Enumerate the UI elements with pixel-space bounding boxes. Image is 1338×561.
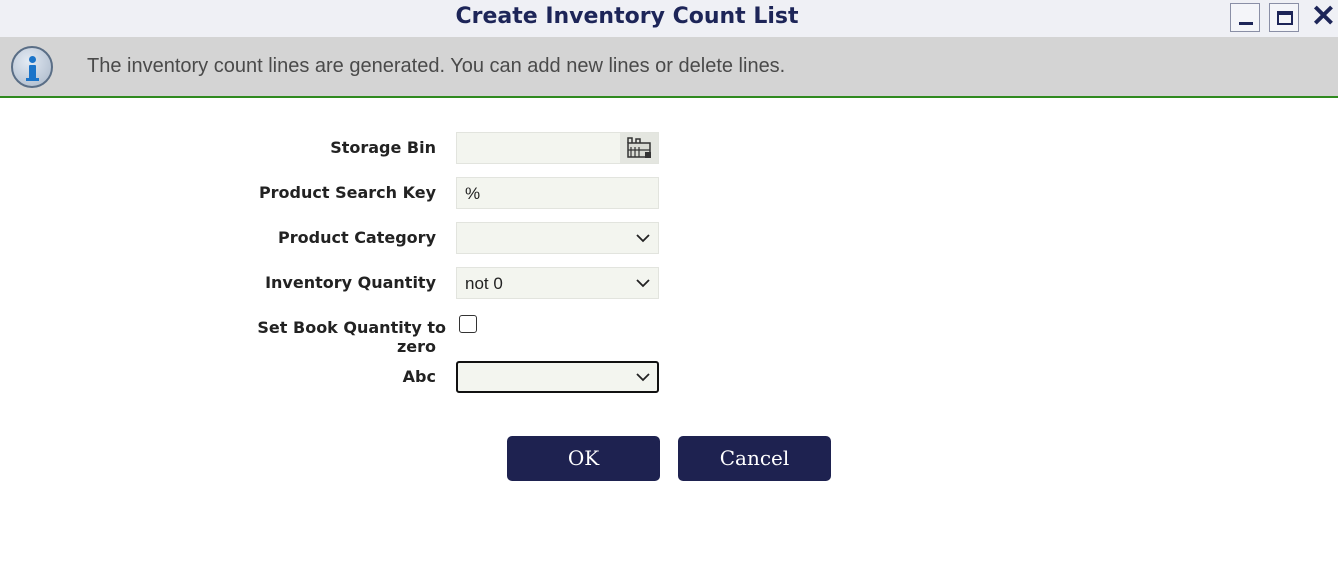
abc-label: Abc xyxy=(402,367,436,386)
product-category-select[interactable] xyxy=(456,222,659,254)
product-category-label: Product Category xyxy=(278,228,436,247)
chevron-down-icon xyxy=(636,373,650,382)
ok-button[interactable]: OK xyxy=(507,436,660,481)
set-book-quantity-label-line2: zero xyxy=(396,337,436,356)
set-book-quantity-checkbox[interactable] xyxy=(459,315,477,333)
info-icon xyxy=(11,46,53,88)
product-search-key-input[interactable]: % xyxy=(456,177,659,209)
warehouse-locator-button[interactable] xyxy=(620,133,658,163)
storage-bin-field[interactable] xyxy=(456,132,659,164)
close-button[interactable]: ✕ xyxy=(1309,2,1338,32)
set-book-quantity-label-line1: Set Book Quantity to xyxy=(257,318,446,337)
warehouse-locator-icon xyxy=(627,137,651,158)
storage-bin-label: Storage Bin xyxy=(330,138,436,157)
maximize-button[interactable] xyxy=(1269,3,1299,32)
set-book-quantity-label: Set Book Quantity to zero xyxy=(250,318,446,356)
chevron-down-icon xyxy=(636,279,650,288)
product-search-key-value: % xyxy=(465,184,481,203)
info-message: The inventory count lines are generated.… xyxy=(87,55,786,77)
maximize-icon xyxy=(1277,11,1293,25)
inventory-quantity-label: Inventory Quantity xyxy=(265,273,436,292)
abc-select[interactable] xyxy=(456,361,659,393)
minimize-icon xyxy=(1239,22,1253,25)
minimize-button[interactable] xyxy=(1230,3,1260,32)
chevron-down-icon xyxy=(636,234,650,243)
info-bar: The inventory count lines are generated.… xyxy=(0,37,1338,98)
window-title: Create Inventory Count List xyxy=(455,4,799,29)
product-search-key-label: Product Search Key xyxy=(258,183,436,202)
inventory-quantity-value: not 0 xyxy=(465,274,503,293)
cancel-button[interactable]: Cancel xyxy=(678,436,831,481)
inventory-quantity-select[interactable]: not 0 xyxy=(456,267,659,299)
title-bar: Create Inventory Count List ✕ xyxy=(0,0,1338,37)
